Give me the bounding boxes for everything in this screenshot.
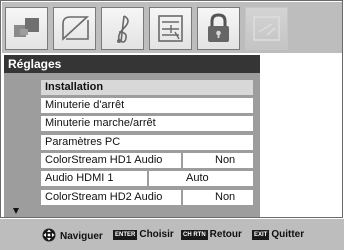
dpad-icon <box>42 228 56 242</box>
sound-icon <box>62 16 90 41</box>
menu-item-colorstream-hd1-audio[interactable]: ColorStream HD1 Audio Non <box>41 153 253 168</box>
back-hint: CH RTN Retour <box>181 228 242 242</box>
settings-list-icon <box>158 15 183 42</box>
lock-icon <box>208 13 229 42</box>
ch-rtn-key-icon: CH RTN <box>181 230 208 240</box>
panel-title: Réglages <box>4 55 260 73</box>
tab-sound[interactable] <box>53 7 96 50</box>
menu-item-label-cell: ColorStream HD2 Audio <box>41 190 181 205</box>
menu-item-label: Minuterie d'arrêt <box>45 99 125 111</box>
exit-hint: EXIT Quitter <box>252 228 304 242</box>
menu-item-installation[interactable]: Installation <box>41 80 253 95</box>
music-note-icon <box>117 15 129 43</box>
menu-item-colorstream-hd2-audio[interactable]: ColorStream HD2 Audio Non <box>41 190 253 205</box>
menu-item-label-cell: ColorStream HD1 Audio <box>41 153 181 168</box>
menu-item-label: Minuterie marche/arrêt <box>45 117 156 129</box>
menu-item-value: Auto <box>186 172 209 184</box>
menu-item-value-cell[interactable]: Non <box>183 153 253 168</box>
menu-item-value: Non <box>215 191 236 203</box>
settings-menu: Installation Minuterie d'arrêt Minuterie… <box>4 73 260 217</box>
tab-picture[interactable] <box>5 7 48 50</box>
menu-item-value-cell[interactable]: Non <box>183 190 253 205</box>
choose-label: Choisir <box>139 229 174 240</box>
tv-menu-screen: Réglages Installation Minuterie d'arrêt … <box>0 0 344 250</box>
menu-icon-bar <box>2 2 342 53</box>
menu-item-label: ColorStream HD1 Audio <box>45 154 163 166</box>
back-label: Retour <box>209 229 242 240</box>
menu-frame: Réglages Installation Minuterie d'arrêt … <box>0 0 343 218</box>
scroll-down-arrow-icon[interactable] <box>13 208 19 214</box>
menu-item-pc-settings[interactable]: Paramètres PC <box>41 135 253 150</box>
tab-setup[interactable] <box>245 7 288 50</box>
menu-item-label: Installation <box>45 81 104 93</box>
menu-item-sleep-timer[interactable]: Minuterie d'arrêt <box>41 98 253 113</box>
menu-item-value: Non <box>215 154 236 166</box>
tab-locks[interactable] <box>197 7 240 50</box>
tab-music[interactable] <box>101 7 144 50</box>
exit-label: Quitter <box>271 229 305 240</box>
tab-preferences[interactable] <box>149 7 192 50</box>
settings-panel: Réglages Installation Minuterie d'arrêt … <box>4 55 340 217</box>
menu-item-label: ColorStream HD2 Audio <box>45 191 163 203</box>
setup-icon <box>253 16 280 41</box>
menu-item-value-cell[interactable]: Auto <box>149 171 253 186</box>
menu-item-label: Audio HDMI 1 <box>45 172 114 184</box>
enter-key-icon: ENTER <box>113 230 138 240</box>
menu-item-label: Paramètres PC <box>45 136 121 148</box>
button-guide-bar: Naviguer ENTER Choisir CH RTN Retour EXIT Q… <box>0 219 344 250</box>
exit-key-icon: EXIT <box>252 230 270 240</box>
menu-item-label-cell: Audio HDMI 1 <box>41 171 147 186</box>
navigate-hint: Naviguer <box>40 228 103 242</box>
menu-item-hdmi1-audio[interactable]: Audio HDMI 1 Auto <box>41 171 253 186</box>
picture-icon <box>14 18 39 37</box>
navigate-label: Naviguer <box>60 231 103 242</box>
menu-item-on-off-timer[interactable]: Minuterie marche/arrêt <box>41 116 253 131</box>
choose-hint: ENTER Choisir <box>113 228 174 242</box>
